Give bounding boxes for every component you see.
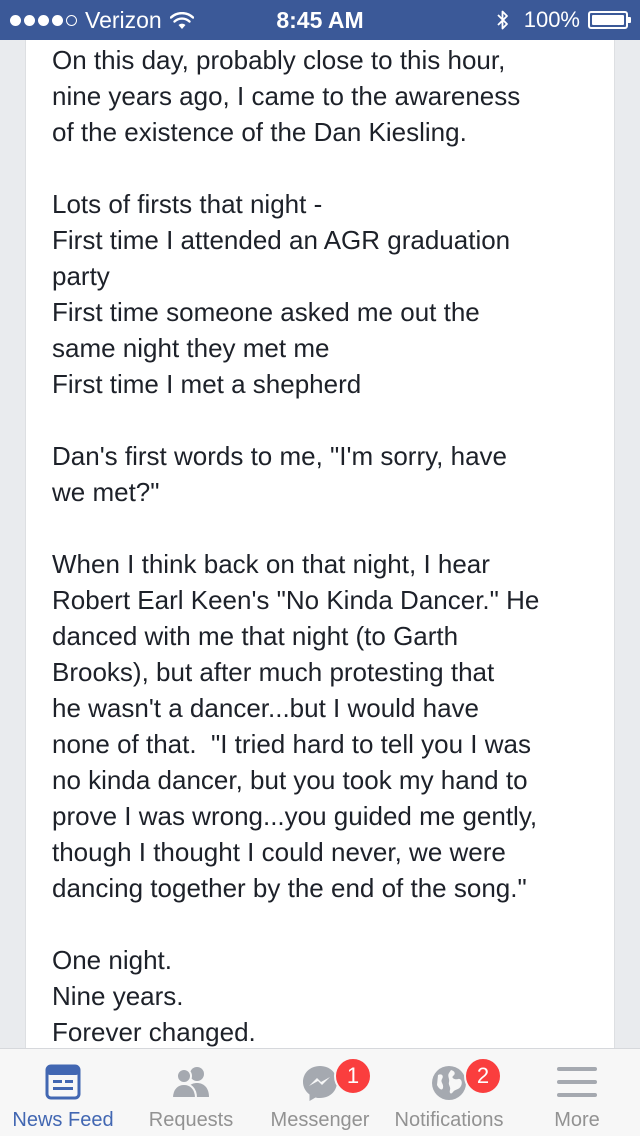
- post-text-line: danced with me that night (to Garth: [52, 621, 459, 651]
- post-text-line: Lots of firsts that night -: [52, 189, 323, 219]
- friends-icon: [170, 1067, 209, 1099]
- post-text-line: Nine years.: [52, 981, 184, 1011]
- post-text-line: Robert Earl Keen's "No Kinda Dancer." He: [52, 585, 540, 615]
- post-card: On this day, probably close to this hour…: [25, 40, 615, 1048]
- post-text-line: none of that. "I tried hard to tell you …: [52, 729, 531, 759]
- battery-percentage: 100%: [523, 7, 580, 32]
- notifications-badge: 2: [464, 1057, 502, 1095]
- post-text-line: One night.: [52, 945, 172, 975]
- globe-icon: [432, 1066, 466, 1100]
- bluetooth-icon: [497, 10, 508, 30]
- post-text-line: party: [52, 261, 110, 291]
- post-text-line: Forever changed.: [52, 1017, 256, 1047]
- post-text-line: Dan's first words to me, "I'm sorry, hav…: [52, 441, 508, 471]
- tab-messenger[interactable]: 1 Messenger: [256, 1049, 384, 1136]
- tab-notifications[interactable]: 2 Notifications: [384, 1049, 514, 1136]
- tab-label: News Feed: [12, 1109, 114, 1131]
- status-right: 100%: [496, 7, 631, 33]
- messenger-badge: 1: [334, 1057, 372, 1095]
- post-text-line: First time I met a shepherd: [52, 369, 362, 399]
- post-text-line: he wasn't a dancer...but I would have: [52, 693, 480, 723]
- post-body-text: On this day, probably close to this hour…: [26, 42, 614, 1048]
- post-text-line: no kinda dancer, but you took my hand to: [52, 765, 528, 795]
- post-text-line: of the existence of the Dan Kiesling.: [52, 117, 467, 147]
- post-text-line: prove I was wrong...you guided me gently…: [52, 801, 538, 831]
- post-text-line: Brooks), but after much protesting that: [52, 657, 495, 687]
- post-text-line: we met?": [52, 477, 160, 507]
- tab-label: More: [554, 1109, 600, 1131]
- post-text-line: dancing together by the end of the song.…: [52, 873, 527, 903]
- screen: Verizon 8:45 AM 100% On this day, probab…: [0, 0, 640, 1136]
- battery-icon: [588, 11, 631, 29]
- tab-requests[interactable]: Requests: [126, 1049, 256, 1136]
- post-text-line: though I thought I could never, we were: [52, 837, 506, 867]
- post-text-line: When I think back on that night, I hear: [52, 549, 490, 579]
- post-text-line: nine years ago, I came to the awareness: [52, 81, 521, 111]
- tab-bar: News Feed Requests 1 Messenger 2 Notific…: [0, 1048, 640, 1136]
- post-text-line: On this day, probably close to this hour…: [52, 45, 506, 75]
- status-bar: Verizon 8:45 AM 100%: [0, 0, 640, 40]
- news-feed-icon: [45, 1064, 81, 1100]
- tab-label: Notifications: [394, 1109, 504, 1131]
- tab-more[interactable]: More: [514, 1049, 640, 1136]
- hamburger-menu-icon: [557, 1067, 597, 1097]
- post-text-line: First time someone asked me out the: [52, 297, 480, 327]
- post-text-line: First time I attended an AGR graduation: [52, 225, 511, 255]
- post-text-line: same night they met me: [52, 333, 330, 363]
- tab-label: Messenger: [270, 1109, 370, 1131]
- tab-news-feed[interactable]: News Feed: [0, 1049, 126, 1136]
- battery-level: [592, 15, 624, 25]
- tab-label: Requests: [148, 1109, 234, 1131]
